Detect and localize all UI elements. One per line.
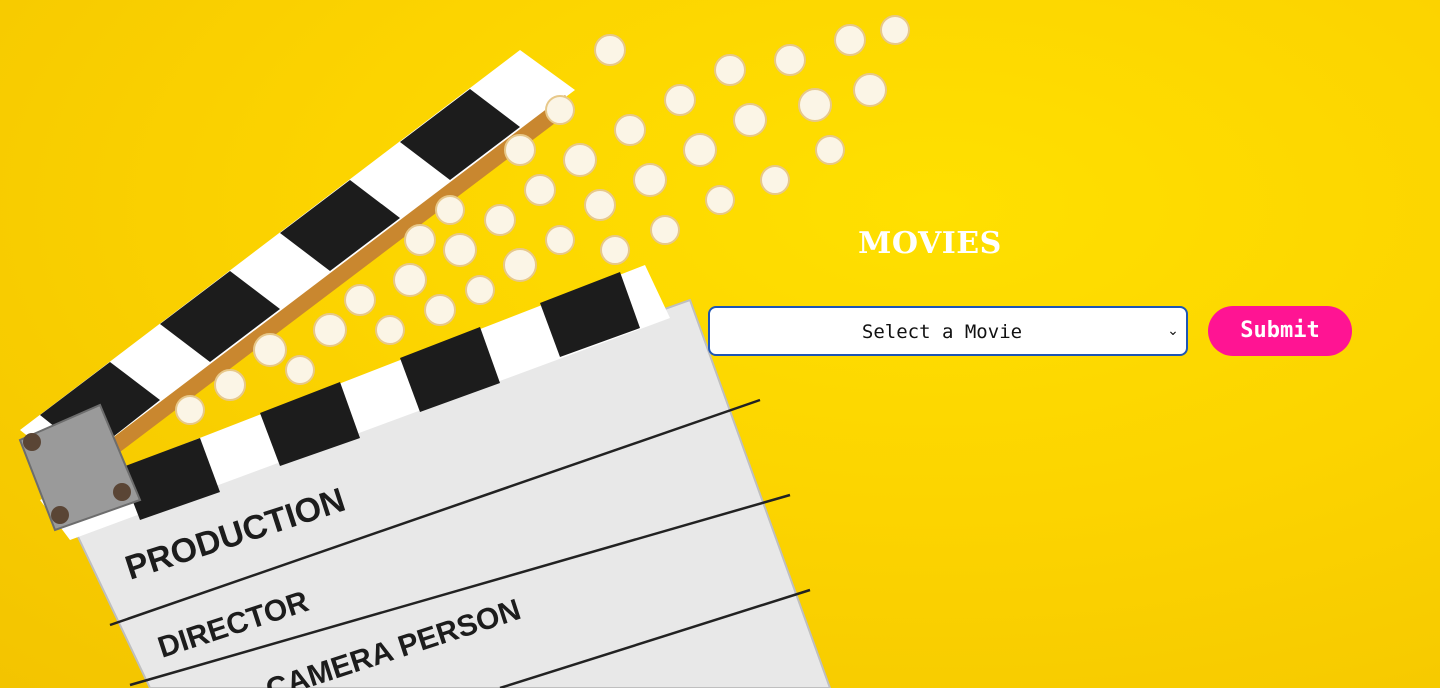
movie-select[interactable]: Select a Movie ⌄ [708, 306, 1188, 356]
submit-button[interactable]: Submit [1208, 306, 1352, 356]
chevron-down-icon: ⌄ [1167, 323, 1179, 339]
movie-select-value: Select a Movie [861, 321, 1023, 343]
page-title: MOVIES [858, 226, 1002, 261]
